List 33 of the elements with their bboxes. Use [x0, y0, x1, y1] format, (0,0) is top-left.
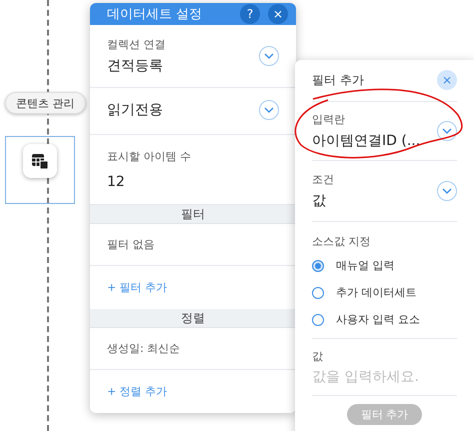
panel-title: 필터 추가: [312, 72, 365, 88]
chevron-down-icon: [442, 188, 452, 194]
chevron-down-icon: [264, 107, 274, 114]
radio-option[interactable]: 사용자 입력 요소: [312, 309, 457, 330]
manage-content-chip[interactable]: 콘텐츠 관리: [5, 92, 86, 114]
section-header: 정렬: [90, 309, 296, 328]
source-label: 소스값 지정: [312, 234, 372, 249]
chevron-down-icon: [264, 53, 274, 60]
collection-value[interactable]: 견적등록: [107, 57, 253, 76]
section-header: 필터: [90, 205, 296, 224]
help-button[interactable]: ?: [240, 4, 260, 24]
mode-value[interactable]: 읽기전용: [107, 101, 253, 120]
chevron-down-icon: [442, 128, 452, 134]
field-label: 표시할 아이템 수: [107, 149, 192, 164]
items-count-value[interactable]: 12: [107, 174, 279, 190]
chevron-down-button[interactable]: [437, 181, 457, 201]
radio-option[interactable]: 추가 데이터세트: [312, 282, 457, 303]
field-label: 컬렉션 연결: [107, 37, 166, 52]
section-item: 필터 없음: [107, 237, 154, 252]
condition-label: 조건: [312, 172, 335, 187]
radio-option[interactable]: 매뉴얼 입력: [312, 255, 457, 276]
chevron-down-button[interactable]: [437, 121, 457, 141]
chevron-down-button[interactable]: [259, 100, 279, 120]
field-label: 입력란: [312, 112, 346, 127]
table-icon: [23, 144, 57, 178]
chevron-down-button[interactable]: [259, 46, 279, 66]
dataset-widget[interactable]: [5, 136, 75, 204]
field-value[interactable]: 아이템연결ID (...: [312, 132, 431, 150]
section-item: 생성일: 최신순: [107, 341, 180, 356]
close-button[interactable]: ×: [268, 4, 288, 24]
value-label: 값: [312, 349, 324, 364]
panel-title: 데이터세트 설정: [107, 6, 204, 24]
condition-value[interactable]: 값: [312, 192, 431, 210]
